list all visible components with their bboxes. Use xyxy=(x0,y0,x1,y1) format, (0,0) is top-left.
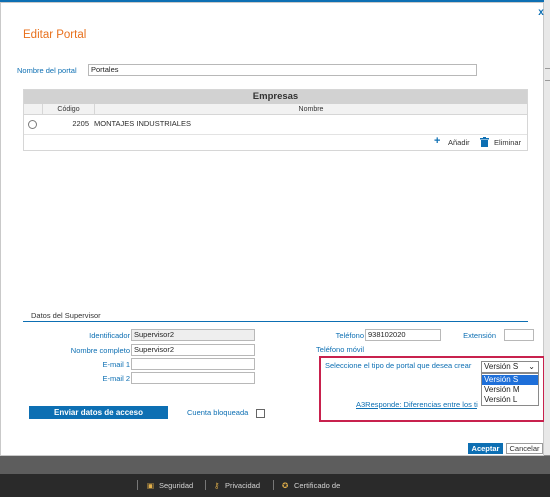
option-version-l[interactable]: Versión L xyxy=(482,395,538,405)
column-header-nombre[interactable]: Nombre xyxy=(94,104,527,115)
option-version-s[interactable]: Versión S xyxy=(482,375,538,385)
row-select-radio[interactable] xyxy=(28,120,37,129)
portal-type-dropdown: Versión S Versión M Versión L xyxy=(481,373,539,406)
email2-field[interactable] xyxy=(131,372,255,384)
cancel-button[interactable]: Cancelar xyxy=(506,443,543,454)
empresas-table: Empresas Código Nombre 2205 MONTAJES IND… xyxy=(23,89,528,151)
dialog-title: Editar Portal xyxy=(23,29,87,41)
empresas-header: Código Nombre xyxy=(24,104,527,115)
portal-type-select[interactable]: Versión S ⌄ xyxy=(481,361,539,373)
portal-name-input[interactable]: Portales xyxy=(88,64,477,76)
background-overlay-bar xyxy=(0,456,550,474)
footer-privacidad-label: Privacidad xyxy=(225,481,261,490)
email2-label: E-mail 2 xyxy=(102,374,130,383)
diferencias-link[interactable]: A3Responde: Diferencias entre los tipos … xyxy=(356,400,478,409)
portal-name-label: Nombre del portal xyxy=(17,66,77,75)
footer-separator xyxy=(205,480,206,490)
key-icon: ⚷ xyxy=(214,481,220,490)
add-label: Añadir xyxy=(448,138,470,147)
telefono-movil-label: Teléfono móvil xyxy=(316,345,364,354)
section-divider xyxy=(23,321,528,322)
delete-label: Eliminar xyxy=(494,138,522,147)
identificador-field: Supervisor2 xyxy=(131,329,255,341)
plus-icon: + xyxy=(434,135,441,147)
background-page-edge xyxy=(544,0,550,455)
nombre-completo-field[interactable]: Supervisor2 xyxy=(131,344,255,356)
table-row[interactable]: 2205 MONTAJES INDUSTRIALES xyxy=(24,116,527,132)
telefono-field[interactable]: 938102020 xyxy=(365,329,441,341)
extension-label: Extensión xyxy=(463,331,496,340)
lock-icon: ▣ xyxy=(147,481,155,490)
send-access-data-button[interactable]: Enviar datos de acceso xyxy=(29,406,168,419)
footer-certificado-label: Certificado de xyxy=(294,481,341,490)
edit-portal-dialog: x Editar Portal Nombre del portal Portal… xyxy=(0,2,545,456)
email1-label: E-mail 1 xyxy=(102,360,130,369)
nombre-completo-label: Nombre completo xyxy=(70,346,130,355)
portal-type-selected: Versión S xyxy=(484,362,519,371)
identificador-label: Identificador xyxy=(89,331,130,340)
empresas-actions: + Añadir Eliminar xyxy=(24,134,527,150)
footer-separator xyxy=(137,480,138,490)
footer-bar: ▣ Seguridad ⚷ Privacidad ✪ Certificado d… xyxy=(0,474,550,497)
portal-type-label: Seleccione el tipo de portal que desea c… xyxy=(325,361,472,370)
cuenta-bloqueada-checkbox[interactable] xyxy=(256,409,265,418)
column-header-codigo[interactable]: Código xyxy=(42,104,94,115)
chevron-down-icon: ⌄ xyxy=(528,362,535,371)
trash-icon xyxy=(480,137,489,147)
email1-field[interactable] xyxy=(131,358,255,370)
cuenta-bloqueada-label: Cuenta bloqueada xyxy=(187,408,249,417)
supervisor-section-title: Datos del Supervisor xyxy=(31,311,101,320)
telefono-label: Teléfono xyxy=(335,331,364,340)
footer-seguridad-label: Seguridad xyxy=(159,481,194,490)
option-version-m[interactable]: Versión M xyxy=(482,385,538,395)
extension-field[interactable] xyxy=(504,329,534,341)
empresas-title: Empresas xyxy=(24,90,527,104)
row-codigo: 2205 xyxy=(72,119,89,128)
footer-separator xyxy=(273,480,274,490)
row-nombre: MONTAJES INDUSTRIALES xyxy=(94,119,191,128)
accept-button[interactable]: Aceptar xyxy=(468,443,503,454)
certificate-icon: ✪ xyxy=(282,481,289,490)
